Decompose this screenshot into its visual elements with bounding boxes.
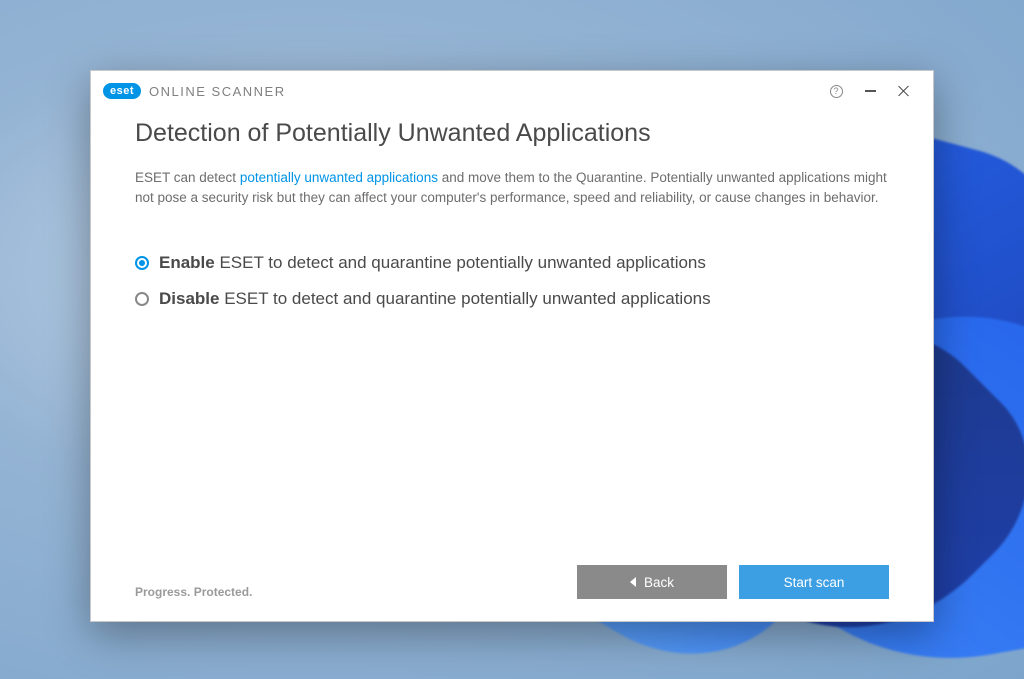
option-enable-label: Enable ESET to detect and quarantine pot… <box>159 253 706 273</box>
option-enable-strong: Enable <box>159 253 215 272</box>
start-scan-label: Start scan <box>784 575 845 590</box>
desc-pre: ESET can detect <box>135 170 240 185</box>
footer-buttons: Back Start scan <box>577 565 889 599</box>
option-disable-label: Disable ESET to detect and quarantine po… <box>159 289 711 309</box>
back-button[interactable]: Back <box>577 565 727 599</box>
radio-enable[interactable] <box>135 256 149 270</box>
brand-title: ONLINE SCANNER <box>149 84 286 99</box>
tagline: Progress. Protected. <box>135 585 252 599</box>
description-text: ESET can detect potentially unwanted app… <box>135 168 889 209</box>
close-icon <box>898 85 910 97</box>
option-enable-rest: ESET to detect and quarantine potentiall… <box>215 253 706 272</box>
minimize-icon <box>865 90 876 91</box>
page-title: Detection of Potentially Unwanted Applic… <box>135 119 889 148</box>
start-scan-button[interactable]: Start scan <box>739 565 889 599</box>
footer: Progress. Protected. Back Start scan <box>91 541 933 621</box>
chevron-left-icon <box>630 577 636 587</box>
options-group: Enable ESET to detect and quarantine pot… <box>135 253 889 309</box>
app-window: eset ONLINE SCANNER ? Detection of Poten… <box>90 70 934 622</box>
help-icon: ? <box>830 85 843 98</box>
brand-logo: eset <box>103 83 141 99</box>
radio-disable[interactable] <box>135 292 149 306</box>
titlebar: eset ONLINE SCANNER ? <box>91 71 933 111</box>
option-enable[interactable]: Enable ESET to detect and quarantine pot… <box>135 253 889 273</box>
help-button[interactable]: ? <box>819 77 853 105</box>
content-area: Detection of Potentially Unwanted Applic… <box>91 111 933 541</box>
back-button-label: Back <box>644 575 674 590</box>
pua-link[interactable]: potentially unwanted applications <box>240 170 438 185</box>
option-disable-strong: Disable <box>159 289 219 308</box>
close-button[interactable] <box>887 77 921 105</box>
minimize-button[interactable] <box>853 77 887 105</box>
option-disable-rest: ESET to detect and quarantine potentiall… <box>219 289 710 308</box>
option-disable[interactable]: Disable ESET to detect and quarantine po… <box>135 289 889 309</box>
